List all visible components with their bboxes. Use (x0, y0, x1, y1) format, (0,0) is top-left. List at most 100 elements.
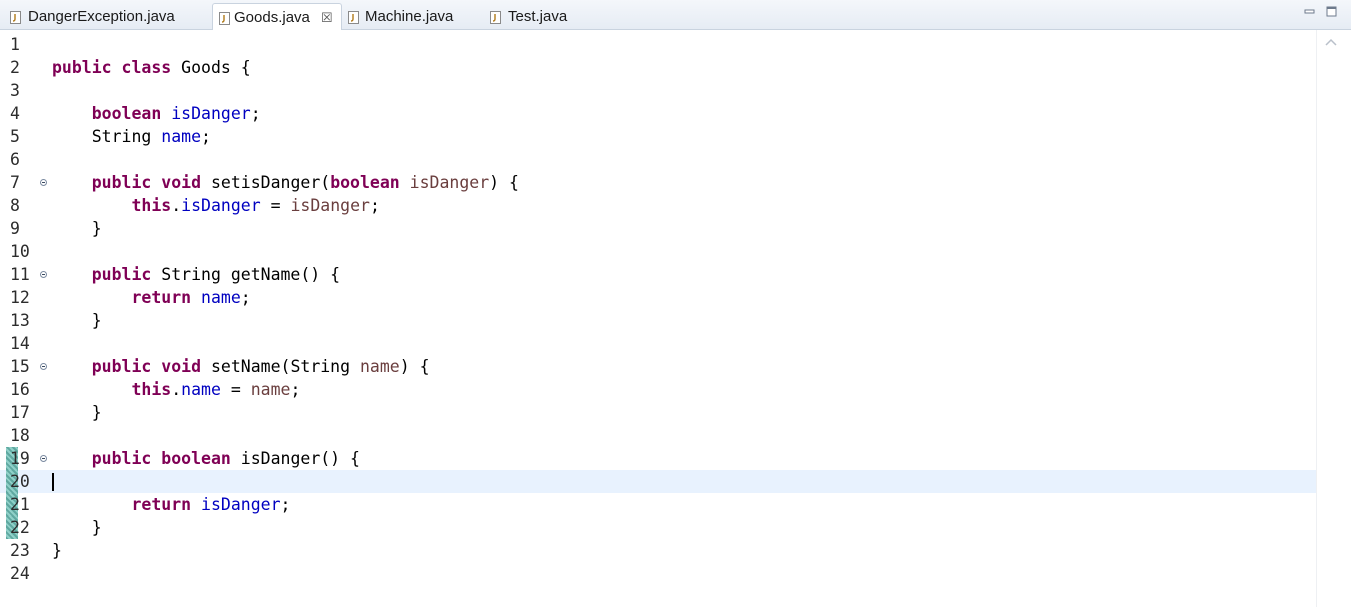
code-text: } (52, 516, 102, 539)
parameter-token: isDanger (409, 173, 490, 192)
text-token: } (52, 219, 102, 238)
java-file-icon (10, 11, 21, 24)
line-number: 6 (10, 150, 20, 169)
code-line-5[interactable]: 5 String name; (0, 125, 1316, 148)
code-line-22[interactable]: 22 } (0, 516, 1316, 539)
java-file-icon (348, 11, 359, 24)
code-line-8[interactable]: 8 this.isDanger = isDanger; (0, 194, 1316, 217)
code-line-9[interactable]: 9 } (0, 217, 1316, 240)
tab-dangerexception-java[interactable]: DangerException.java (4, 3, 209, 30)
code-line-7[interactable]: 7 public void setisDanger(boolean isDang… (0, 171, 1316, 194)
text-token: } (52, 311, 102, 330)
keyword-token: this (131, 380, 172, 399)
text-token: } (52, 541, 62, 560)
text-token: } (52, 518, 102, 537)
line-number: 2 (10, 58, 20, 77)
text-token: } (52, 403, 102, 422)
keyword-token: return (131, 495, 192, 514)
code-line-19[interactable]: 19 public boolean isDanger() { (0, 447, 1316, 470)
parameter-token: name (360, 357, 400, 376)
code-line-21[interactable]: 21 return isDanger; (0, 493, 1316, 516)
code-line-2[interactable]: 2 public class Goods { (0, 56, 1316, 79)
code-text: this.name = name; (52, 378, 300, 401)
java-file-icon (490, 11, 501, 24)
code-line-1[interactable]: 1 (0, 33, 1316, 56)
code-text: } (52, 217, 102, 240)
line-number: 1 (10, 35, 20, 54)
fold-collapse-icon[interactable] (40, 271, 47, 278)
code-line-16[interactable]: 16 this.name = name; (0, 378, 1316, 401)
line-number: 12 (10, 288, 30, 307)
code-text: String name; (52, 125, 211, 148)
keyword-token: boolean (330, 173, 400, 192)
code-text: public boolean isDanger() { (52, 447, 360, 470)
text-token: ; (290, 380, 301, 399)
minimize-icon[interactable] (1304, 6, 1316, 18)
java-file-icon (219, 12, 230, 25)
text-token: ) { (399, 357, 430, 376)
keyword-token: public (91, 357, 152, 376)
code-line-13[interactable]: 13 } (0, 309, 1316, 332)
code-line-11[interactable]: 11 public String getName() { (0, 263, 1316, 286)
code-line-12[interactable]: 12 return name; (0, 286, 1316, 309)
field-token: isDanger (171, 104, 251, 123)
code-line-24[interactable]: 24 (0, 562, 1316, 585)
line-number: 18 (10, 426, 30, 445)
close-tab-icon[interactable]: ☒ (321, 4, 333, 31)
tab-label: Test.java (508, 8, 568, 25)
code-editor[interactable]: 1 2 public class Goods {3 4 boolean isDange… (0, 30, 1351, 607)
tab-machine-java[interactable]: Machine.java (345, 3, 480, 30)
code-line-4[interactable]: 4 boolean isDanger; (0, 102, 1316, 125)
keyword-token: class (121, 58, 172, 77)
text-token: setName(String (201, 357, 360, 376)
line-number: 14 (10, 334, 30, 353)
code-line-15[interactable]: 15 public void setName(String name) { (0, 355, 1316, 378)
field-token: isDanger (201, 495, 281, 514)
code-text: } (52, 309, 102, 332)
code-line-20[interactable]: 20 (0, 470, 1316, 493)
text-token: ) { (489, 173, 519, 192)
code-line-18[interactable]: 18 (0, 424, 1316, 447)
keyword-token: boolean (161, 449, 231, 468)
tab-test-java[interactable]: Test.java (486, 3, 586, 30)
code-line-17[interactable]: 17 } (0, 401, 1316, 424)
scroll-up-arrow-icon[interactable] (1325, 38, 1337, 46)
code-line-14[interactable]: 14 (0, 332, 1316, 355)
code-text: public class Goods { (52, 56, 251, 79)
code-line-3[interactable]: 3 (0, 79, 1316, 102)
text-token: setisDanger( (201, 173, 331, 192)
line-number: 4 (10, 104, 20, 123)
line-number: 22 (10, 518, 30, 537)
keyword-token: return (131, 288, 192, 307)
field-token: name (201, 288, 241, 307)
fold-collapse-icon[interactable] (40, 455, 47, 462)
fold-collapse-icon[interactable] (40, 363, 47, 370)
line-number: 16 (10, 380, 30, 399)
field-token: isDanger (181, 196, 261, 215)
vertical-scrollbar[interactable] (1316, 30, 1351, 607)
tab-label: Machine.java (365, 8, 454, 25)
code-line-6[interactable]: 6 (0, 148, 1316, 171)
code-line-10[interactable]: 10 (0, 240, 1316, 263)
text-caret (52, 473, 54, 491)
text-token: ; (369, 196, 380, 215)
tab-goods-java[interactable]: Goods.java ☒ (212, 3, 342, 30)
code-line-23[interactable]: 23} (0, 539, 1316, 562)
field-token: name (181, 380, 221, 399)
fold-collapse-icon[interactable] (40, 179, 47, 186)
maximize-icon[interactable] (1326, 6, 1338, 18)
text-token: ; (201, 127, 211, 146)
code-text: return name; (52, 286, 250, 309)
